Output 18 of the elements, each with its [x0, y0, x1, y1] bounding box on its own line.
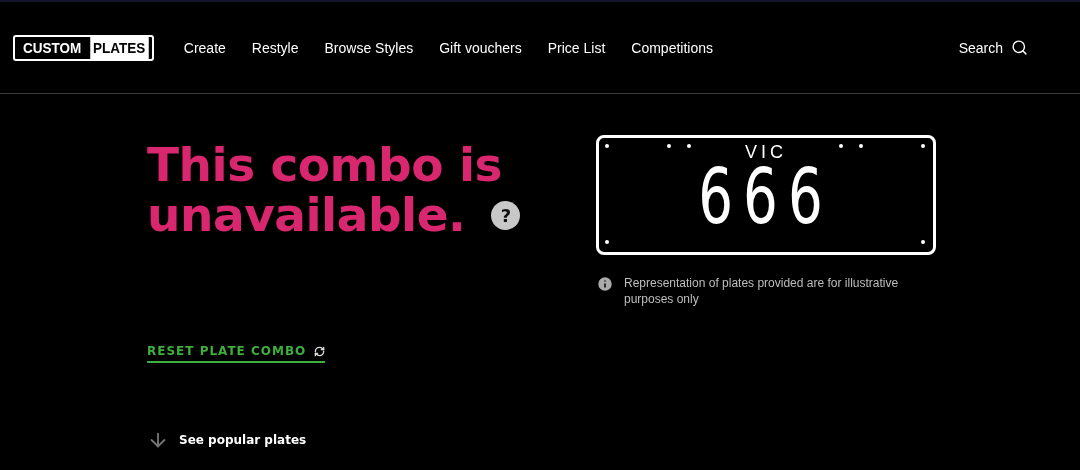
logo-text: PLATES — [90, 36, 149, 59]
reset-link[interactable]: RESET PLATE COMBO — [147, 344, 326, 363]
heading-text: This combo is — [147, 140, 502, 190]
nav-link[interactable]: Create — [183, 39, 226, 56]
refresh-icon — [314, 345, 326, 357]
search-icon — [1011, 39, 1028, 56]
nav-link[interactable]: Gift vouchers — [439, 39, 522, 56]
help-icon[interactable]: ? — [491, 200, 521, 230]
nav-link[interactable]: Restyle — [251, 39, 299, 56]
info-icon — [596, 275, 614, 293]
nav-link[interactable]: Price List — [547, 39, 606, 56]
heading-text: unavailable. — [147, 190, 466, 240]
search-button[interactable]: Search — [958, 39, 1028, 56]
nav-link[interactable]: Browse Styles — [324, 39, 414, 56]
logo[interactable]: CUSTOM PLATES — [13, 34, 154, 61]
disclaimer-text: Representation of plates provided are for illustrative purposes only — [624, 275, 900, 307]
nav-link[interactable]: Competitions — [631, 39, 713, 56]
popular-link[interactable]: See popular plates — [147, 429, 596, 451]
